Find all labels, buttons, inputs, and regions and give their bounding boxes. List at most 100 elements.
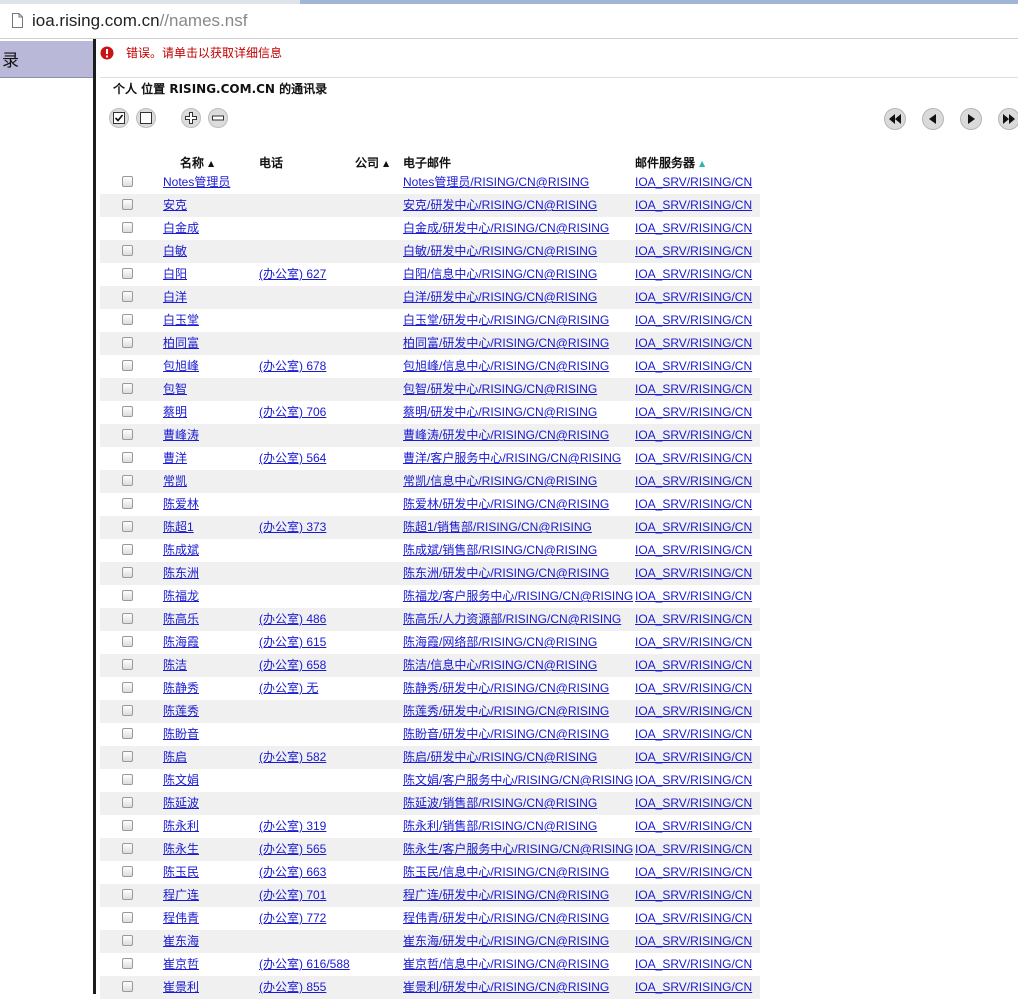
contact-email-link[interactable]: 崔东海/研发中心/RISING/CN@RISING	[403, 934, 609, 949]
table-row[interactable]: 白玉堂 白玉堂/研发中心/RISING/CN@RISING IOA_SRV/RISI…	[100, 309, 760, 332]
contact-email-link[interactable]: 陈文娟/客户服务中心/RISING/CN@RISING	[403, 773, 633, 788]
contact-name-link[interactable]: 崔景利	[163, 980, 199, 995]
contact-email-link[interactable]: 陈超1/销售部/RISING/CN@RISING	[403, 520, 592, 535]
contact-phone-link[interactable]: (办公室) 678	[259, 359, 326, 374]
contact-email-link[interactable]: 崔景利/研发中心/RISING/CN@RISING	[403, 980, 609, 995]
contact-server-link[interactable]: IOA_SRV/RISING/CN	[635, 681, 752, 696]
contact-email-link[interactable]: 陈海霞/网络部/RISING/CN@RISING	[403, 635, 597, 650]
table-row[interactable]: 陈莲秀 陈莲秀/研发中心/RISING/CN@RISING IOA_SRV/RISI…	[100, 700, 760, 723]
row-checkbox[interactable]	[122, 935, 133, 946]
table-row[interactable]: 陈启 (办公室) 582 陈启/研发中心/RISING/CN@RISING IOA_S…	[100, 746, 760, 769]
contact-name-link[interactable]: 常凯	[163, 474, 187, 489]
contact-name-link[interactable]: 曹峰涛	[163, 428, 199, 443]
contact-email-link[interactable]: 陈莲秀/研发中心/RISING/CN@RISING	[403, 704, 609, 719]
table-row[interactable]: 陈玉民 (办公室) 663 陈玉民/信息中心/RISING/CN@RISING IOA…	[100, 861, 760, 884]
contact-server-link[interactable]: IOA_SRV/RISING/CN	[635, 290, 752, 305]
contact-name-link[interactable]: 陈文娟	[163, 773, 199, 788]
sort-asc-icon[interactable]: ▲	[208, 159, 214, 168]
contact-phone-link[interactable]: (办公室) 658	[259, 658, 326, 673]
row-checkbox[interactable]	[122, 429, 133, 440]
contact-server-link[interactable]: IOA_SRV/RISING/CN	[635, 497, 752, 512]
row-checkbox[interactable]	[122, 475, 133, 486]
contact-server-link[interactable]: IOA_SRV/RISING/CN	[635, 336, 752, 351]
table-row[interactable]: 陈海霞 (办公室) 615 陈海霞/网络部/RISING/CN@RISING IOA_…	[100, 631, 760, 654]
contact-email-link[interactable]: 陈静秀/研发中心/RISING/CN@RISING	[403, 681, 609, 696]
contact-email-link[interactable]: 白洋/研发中心/RISING/CN@RISING	[403, 290, 597, 305]
row-checkbox[interactable]	[122, 797, 133, 808]
row-checkbox[interactable]	[122, 843, 133, 854]
contact-email-link[interactable]: 常凯/信息中心/RISING/CN@RISING	[403, 474, 597, 489]
row-checkbox[interactable]	[122, 751, 133, 762]
contact-email-link[interactable]: 白玉堂/研发中心/RISING/CN@RISING	[403, 313, 609, 328]
contact-email-link[interactable]: 陈永生/客户服务中心/RISING/CN@RISING	[403, 842, 633, 857]
table-row[interactable]: 曹峰涛 曹峰涛/研发中心/RISING/CN@RISING IOA_SRV/RISI…	[100, 424, 760, 447]
contact-phone-link[interactable]: (办公室) 319	[259, 819, 326, 834]
prev-page-button[interactable]	[922, 108, 944, 130]
row-checkbox[interactable]	[122, 199, 133, 210]
collapse-all-button[interactable]	[208, 108, 228, 128]
contact-name-link[interactable]: 陈东洲	[163, 566, 199, 581]
contact-server-link[interactable]: IOA_SRV/RISING/CN	[635, 451, 752, 466]
contact-server-link[interactable]: IOA_SRV/RISING/CN	[635, 934, 752, 949]
contact-name-link[interactable]: 白洋	[163, 290, 187, 305]
table-row[interactable]: 包智 包智/研发中心/RISING/CN@RISING IOA_SRV/RISING…	[100, 378, 760, 401]
contact-name-link[interactable]: 崔东海	[163, 934, 199, 949]
table-row[interactable]: 陈福龙 陈福龙/客户服务中心/RISING/CN@RISING IOA_SRV/RI…	[100, 585, 760, 608]
table-row[interactable]: 曹洋 (办公室) 564 曹洋/客户服务中心/RISING/CN@RISING IOA…	[100, 447, 760, 470]
row-checkbox[interactable]	[122, 360, 133, 371]
row-checkbox[interactable]	[122, 659, 133, 670]
contact-name-link[interactable]: 陈成斌	[163, 543, 199, 558]
table-row[interactable]: 白阳 (办公室) 627 白阳/信息中心/RISING/CN@RISING IOA_S…	[100, 263, 760, 286]
contact-email-link[interactable]: 陈洁/信息中心/RISING/CN@RISING	[403, 658, 597, 673]
contact-name-link[interactable]: 陈爱林	[163, 497, 199, 512]
contact-email-link[interactable]: 包旭峰/信息中心/RISING/CN@RISING	[403, 359, 609, 374]
table-row[interactable]: Notes管理员 Notes管理员/RISING/CN@RISING IOA_SRV…	[100, 171, 760, 194]
row-checkbox[interactable]	[122, 452, 133, 463]
contact-phone-link[interactable]: (办公室) 663	[259, 865, 326, 880]
row-checkbox[interactable]	[122, 337, 133, 348]
contact-name-link[interactable]: 安克	[163, 198, 187, 213]
row-checkbox[interactable]	[122, 245, 133, 256]
contact-server-link[interactable]: IOA_SRV/RISING/CN	[635, 244, 752, 259]
contact-phone-link[interactable]: (办公室) 373	[259, 520, 326, 535]
contact-email-link[interactable]: 包智/研发中心/RISING/CN@RISING	[403, 382, 597, 397]
contact-phone-link[interactable]: (办公室) 565	[259, 842, 326, 857]
contact-server-link[interactable]: IOA_SRV/RISING/CN	[635, 267, 752, 282]
contact-email-link[interactable]: 陈成斌/销售部/RISING/CN@RISING	[403, 543, 597, 558]
address-url[interactable]: ioa.rising.com.cn//names.nsf	[32, 10, 247, 32]
table-row[interactable]: 陈洁 (办公室) 658 陈洁/信息中心/RISING/CN@RISING IOA_S…	[100, 654, 760, 677]
column-header-name[interactable]: 名称 ▲	[180, 155, 214, 172]
contact-name-link[interactable]: 陈海霞	[163, 635, 199, 650]
row-checkbox[interactable]	[122, 498, 133, 509]
row-checkbox[interactable]	[122, 774, 133, 785]
contact-server-link[interactable]: IOA_SRV/RISING/CN	[635, 589, 752, 604]
contact-email-link[interactable]: 陈永利/销售部/RISING/CN@RISING	[403, 819, 597, 834]
row-checkbox[interactable]	[122, 912, 133, 923]
contact-email-link[interactable]: 蔡明/研发中心/RISING/CN@RISING	[403, 405, 597, 420]
row-checkbox[interactable]	[122, 567, 133, 578]
table-row[interactable]: 陈永生 (办公室) 565 陈永生/客户服务中心/RISING/CN@RISING I…	[100, 838, 760, 861]
contact-name-link[interactable]: 陈盼音	[163, 727, 199, 742]
contact-phone-link[interactable]: (办公室) 627	[259, 267, 326, 282]
row-checkbox[interactable]	[122, 176, 133, 187]
contact-name-link[interactable]: 陈永利	[163, 819, 199, 834]
contact-server-link[interactable]: IOA_SRV/RISING/CN	[635, 382, 752, 397]
contact-name-link[interactable]: 陈延波	[163, 796, 199, 811]
contact-email-link[interactable]: 陈东洲/研发中心/RISING/CN@RISING	[403, 566, 609, 581]
table-row[interactable]: 陈爱林 陈爱林/研发中心/RISING/CN@RISING IOA_SRV/RISI…	[100, 493, 760, 516]
contact-phone-link[interactable]: (办公室) 855	[259, 980, 326, 995]
select-all-button[interactable]	[109, 108, 129, 128]
row-checkbox[interactable]	[122, 544, 133, 555]
row-checkbox[interactable]	[122, 383, 133, 394]
contact-name-link[interactable]: 陈玉民	[163, 865, 199, 880]
contact-phone-link[interactable]: (办公室) 564	[259, 451, 326, 466]
contact-server-link[interactable]: IOA_SRV/RISING/CN	[635, 658, 752, 673]
row-checkbox[interactable]	[122, 406, 133, 417]
row-checkbox[interactable]	[122, 820, 133, 831]
contact-email-link[interactable]: 柏同富/研发中心/RISING/CN@RISING	[403, 336, 609, 351]
contact-email-link[interactable]: 白阳/信息中心/RISING/CN@RISING	[403, 267, 597, 282]
contact-email-link[interactable]: 陈玉民/信息中心/RISING/CN@RISING	[403, 865, 609, 880]
row-checkbox[interactable]	[122, 866, 133, 877]
contact-phone-link[interactable]: (办公室) 615	[259, 635, 326, 650]
contact-email-link[interactable]: 程广连/研发中心/RISING/CN@RISING	[403, 888, 609, 903]
